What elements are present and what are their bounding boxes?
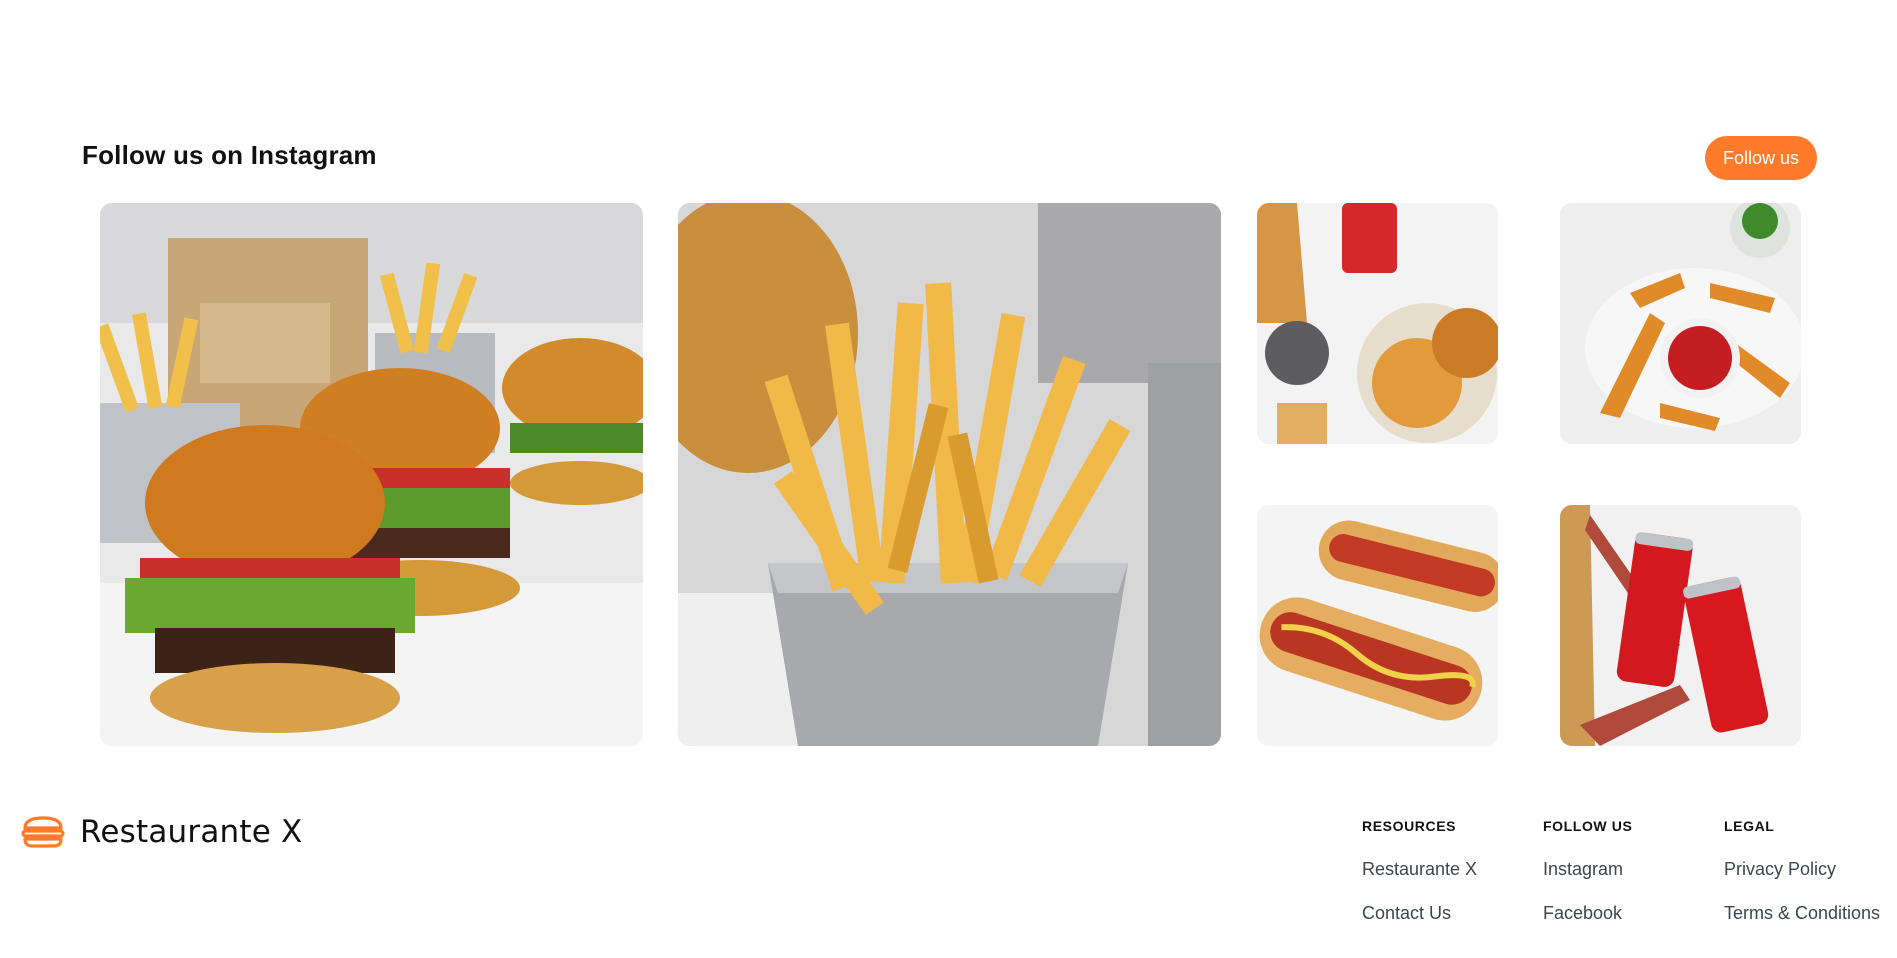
footer-column-legal: LEGAL Privacy Policy Terms & Conditions	[1724, 818, 1880, 945]
burger-logo-icon	[21, 816, 65, 848]
brand-name: Restaurante X	[80, 814, 303, 850]
cola-cans-image	[1560, 505, 1801, 746]
instagram-photo-wedges[interactable]	[1560, 203, 1801, 444]
hotdogs-image	[1257, 505, 1498, 746]
instagram-photo-fries[interactable]	[678, 203, 1221, 746]
footer-link-privacy-policy[interactable]: Privacy Policy	[1724, 857, 1880, 881]
column-heading: RESOURCES	[1362, 818, 1457, 834]
burgers-image	[100, 203, 643, 746]
footer-link-terms-conditions[interactable]: Terms & Conditions	[1724, 901, 1880, 925]
column-heading: FOLLOW US	[1543, 818, 1633, 834]
brand[interactable]: Restaurante X	[20, 814, 302, 850]
footer-link-contact-us[interactable]: Contact Us	[1362, 901, 1477, 925]
footer-column-follow-us: FOLLOW US Instagram Facebook	[1543, 818, 1632, 945]
footer-link-instagram[interactable]: Instagram	[1543, 857, 1632, 881]
instagram-heading: Follow us on Instagram	[82, 140, 377, 170]
footer-link-restaurante-x[interactable]: Restaurante X	[1362, 857, 1477, 881]
burger-cola-image	[1257, 203, 1498, 444]
footer-column-resources: RESOURCES Restaurante X Contact Us	[1362, 818, 1477, 945]
instagram-photo-hotdogs[interactable]	[1257, 505, 1498, 746]
instagram-photo-cola-cans[interactable]	[1560, 505, 1801, 746]
instagram-photo-burger-cola[interactable]	[1257, 203, 1498, 444]
column-heading: LEGAL	[1724, 818, 1775, 834]
wedges-image	[1560, 203, 1801, 444]
page: Follow us on Instagram Follow us Restaur…	[0, 0, 1897, 958]
instagram-photo-burgers[interactable]	[100, 203, 643, 746]
follow-us-button[interactable]: Follow us	[1705, 136, 1817, 180]
footer-link-facebook[interactable]: Facebook	[1543, 901, 1632, 925]
fries-image	[678, 203, 1221, 746]
